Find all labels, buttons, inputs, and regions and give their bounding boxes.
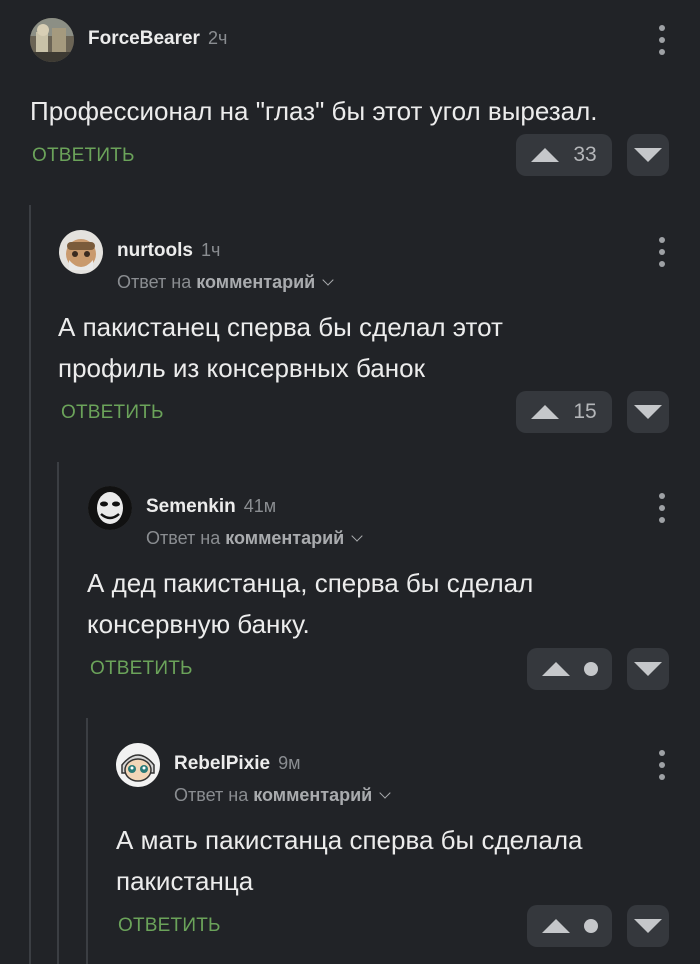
comment-text: А дед пакистанца, сперва бы сделал консе… [87,568,534,639]
downvote-button[interactable] [627,905,669,947]
avatar[interactable] [116,743,160,787]
chevron-down-icon [322,274,334,286]
reply-button[interactable]: ОТВЕТИТЬ [32,145,135,167]
author-name[interactable]: ForceBearer 2ч [88,28,227,50]
upvote-button[interactable] [527,648,612,690]
timestamp: 2ч [207,28,228,48]
timestamp: 1ч [201,240,221,260]
thread-line [57,462,59,964]
comment-text: А мать пакистанца сперва бы сделала паки… [116,825,583,896]
more-vertical-icon[interactable] [652,237,672,267]
reply-to-link[interactable]: Ответ на комментарий [117,272,334,293]
upvote-button[interactable]: 33 [516,134,612,176]
author-name[interactable]: RebelPixie 9м [174,753,301,775]
downvote-button[interactable] [627,134,669,176]
thread-line [86,718,88,964]
vote-count: 15 [573,400,597,423]
reply-to-link[interactable]: Ответ на комментарий [174,785,391,806]
reply-button[interactable]: ОТВЕТИТЬ [118,915,221,937]
reply-to-link[interactable]: Ответ на комментарий [146,528,363,549]
downvote-triangle-icon [634,405,662,419]
downvote-triangle-icon [634,662,662,676]
downvote-triangle-icon [634,148,662,162]
upvote-button[interactable] [527,905,612,947]
more-vertical-icon[interactable] [652,25,672,55]
vote-count-hidden [583,662,598,676]
chevron-down-icon [351,530,363,542]
author-name[interactable]: Semenkin 41м [146,496,276,518]
downvote-triangle-icon [634,919,662,933]
comment-text: А пакистанец сперва бы сделал этот профи… [58,312,503,383]
downvote-button[interactable] [627,648,669,690]
comment: ForceBearer 2ч Профессионал на "глаз" бы … [0,0,700,190]
vote-count-hidden [583,919,598,933]
timestamp: 41м [243,496,277,516]
avatar[interactable] [59,230,103,274]
upvote-button[interactable]: 15 [516,391,612,433]
upvote-triangle-icon [531,148,560,162]
thread-line [29,205,31,964]
reply-button[interactable]: ОТВЕТИТЬ [90,658,193,680]
avatar[interactable] [30,18,74,62]
author-name[interactable]: nurtools 1ч [117,240,220,262]
avatar[interactable] [88,486,132,530]
downvote-button[interactable] [627,391,669,433]
reply-button[interactable]: ОТВЕТИТЬ [61,402,164,424]
more-vertical-icon[interactable] [652,750,672,780]
vote-count: 33 [573,143,597,166]
comment-text: Профессионал на "глаз" бы этот угол выре… [30,96,598,126]
timestamp: 9м [278,753,301,773]
more-vertical-icon[interactable] [652,493,672,523]
upvote-triangle-icon [541,919,570,933]
chevron-down-icon [379,787,391,799]
upvote-triangle-icon [531,405,560,419]
upvote-triangle-icon [541,662,570,676]
